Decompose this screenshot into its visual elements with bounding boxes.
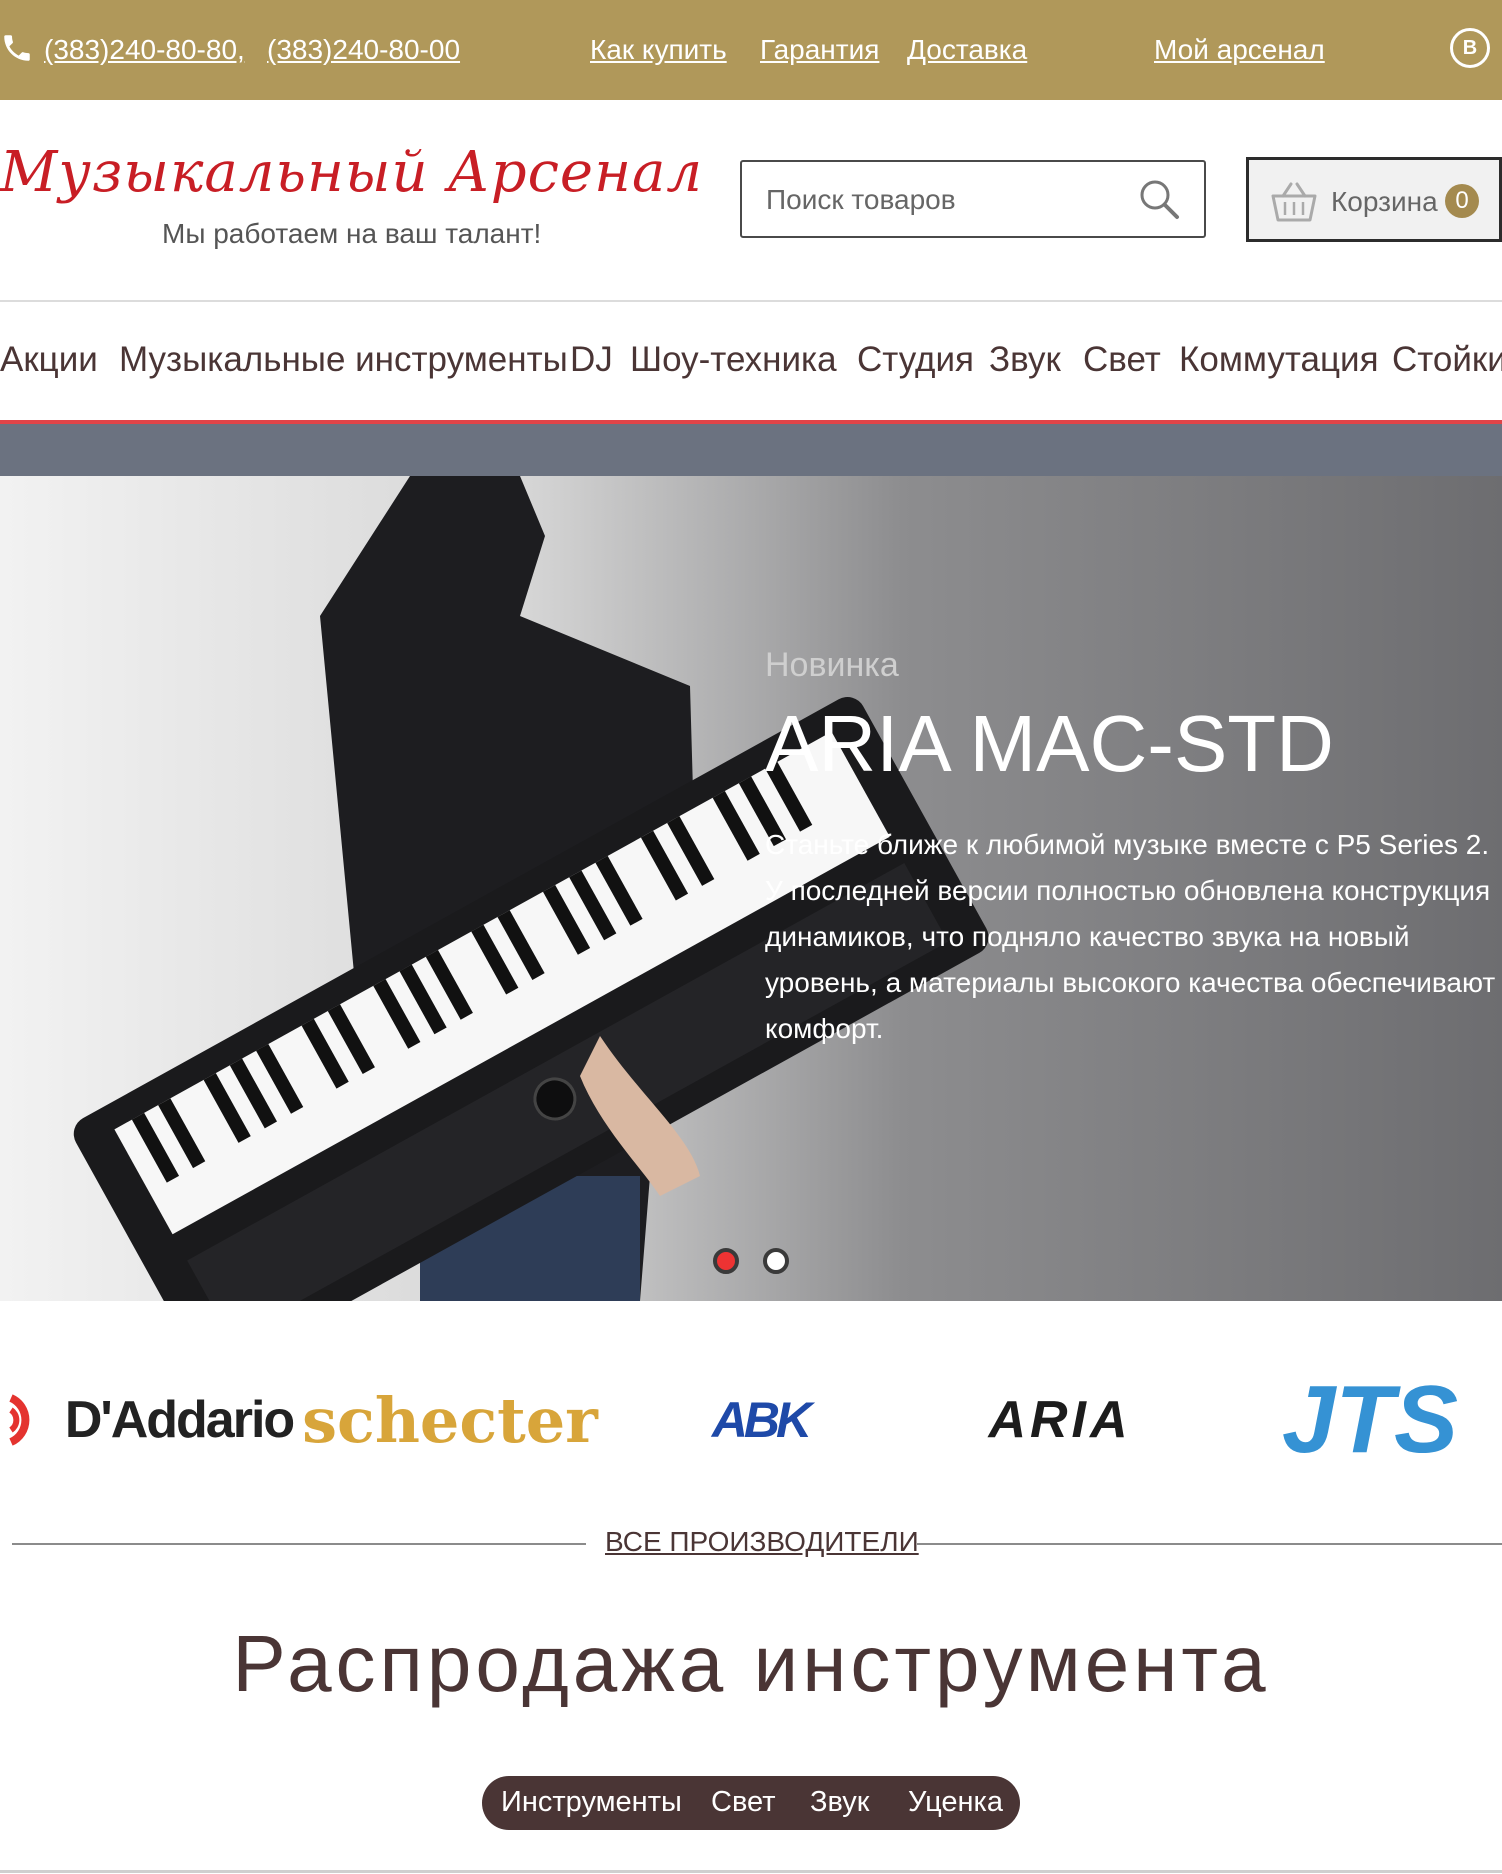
brands-divider-right (917, 1543, 1502, 1545)
daddario-mark-icon (8, 1394, 30, 1446)
hero-eyebrow: Новинка (765, 646, 899, 684)
nav-item-light[interactable]: Свет (1083, 340, 1161, 380)
all-brands-link[interactable]: ВСЕ ПРОИЗВОДИТЕЛИ (605, 1526, 919, 1558)
search-box (740, 160, 1206, 238)
slider-dot-2[interactable] (763, 1248, 789, 1274)
warranty-link[interactable]: Гарантия (760, 34, 879, 66)
cart-count-badge: 0 (1445, 184, 1479, 218)
hero-description: Станьте ближе к любимой музыке вместе с … (765, 829, 1496, 1044)
tab-markdown[interactable]: Уценка (908, 1786, 1003, 1819)
phone-link-1[interactable]: (383)240-80-80, (44, 34, 245, 66)
slider-dot-1[interactable] (713, 1248, 739, 1274)
tab-sound[interactable]: Звук (810, 1786, 869, 1819)
phone-icon (4, 35, 30, 61)
cart-button[interactable]: Корзина 0 (1246, 157, 1502, 242)
brand-logo-daddario[interactable]: D'Addario (0, 1345, 300, 1495)
brand-logo-aria[interactable]: ARIA (940, 1345, 1180, 1495)
bottom-divider (0, 1870, 1502, 1873)
tab-light[interactable]: Свет (711, 1786, 775, 1819)
sale-tabs: Инструменты Свет Звук Уценка (482, 1776, 1020, 1830)
nav-item-show[interactable]: Шоу-техника (630, 340, 837, 380)
nav-item-instruments[interactable]: Музыкальные инструменты (119, 340, 568, 380)
sale-section-title: Распродажа инструмента (232, 1619, 1270, 1708)
brand-logo-schecter[interactable]: schecter (302, 1345, 598, 1495)
hero-title: ARIA MAC-STD (765, 699, 1334, 788)
how-to-buy-link[interactable]: Как купить (590, 34, 727, 66)
brands-divider-left (12, 1543, 586, 1545)
nav-item-sound[interactable]: Звук (989, 340, 1061, 380)
search-input[interactable] (764, 176, 1128, 224)
cart-label: Корзина (1331, 186, 1438, 217)
vk-icon[interactable]: B (1450, 28, 1490, 68)
hero-top-strip (0, 424, 1502, 476)
nav-item-cables[interactable]: Коммутация (1179, 340, 1379, 380)
top-bar: (383)240-80-80, (383)240-80-00 Как купит… (0, 0, 1502, 100)
brand-name-daddario: D'Addario (64, 1391, 295, 1449)
nav-item-stands[interactable]: Стойки (1392, 340, 1502, 380)
brand-logo-abk[interactable]: ABK (640, 1345, 880, 1495)
phone-link-2[interactable]: (383)240-80-00 (267, 34, 460, 66)
tab-instruments[interactable]: Инструменты (501, 1786, 682, 1819)
hero-slider[interactable]: Новинка ARIA MAC-STD Станьте ближе к люб… (0, 476, 1502, 1301)
search-icon[interactable] (1138, 178, 1180, 220)
brand-logo-jts[interactable]: JTS (1245, 1345, 1495, 1495)
nav-item-promotions[interactable]: Акции (0, 340, 98, 380)
nav-item-studio[interactable]: Студия (857, 340, 974, 380)
delivery-link[interactable]: Доставка (907, 34, 1027, 66)
my-arsenal-link[interactable]: Мой арсенал (1154, 34, 1325, 66)
logo-tagline: Мы работаем на ваш талант! (162, 218, 542, 249)
header-divider (0, 300, 1502, 302)
basket-icon (1271, 182, 1317, 222)
site-logo[interactable]: Музыкальный Арсенал (0, 140, 710, 205)
nav-item-dj[interactable]: DJ (570, 340, 613, 380)
